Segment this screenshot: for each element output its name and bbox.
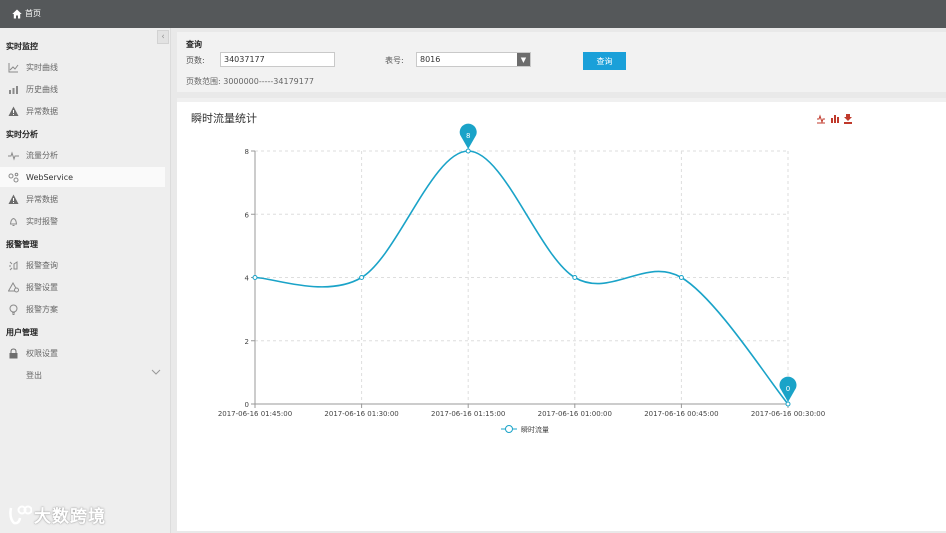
page-range-text: 页数范围: 3000000-----34179177 <box>186 77 315 86</box>
bar-switch-icon[interactable] <box>831 115 839 123</box>
sidebar-collapse-button[interactable]: ‹ <box>157 30 169 44</box>
sidebar-item-label: 报警方案 <box>26 304 58 314</box>
y-tick-label: 4 <box>245 275 250 283</box>
section-realtime-analysis: 实时分析 <box>6 130 38 139</box>
sidebar: ‹ 实时监控 实时曲线 历史曲线 异常数据 实时分析 流量分析 WebServi… <box>0 28 171 533</box>
sidebar-item-label: 异常数据 <box>26 194 58 204</box>
sidebar-item-label: 实时报警 <box>26 216 58 226</box>
home-label: 首页 <box>25 9 41 18</box>
dropdown-arrow-icon[interactable]: ▼ <box>517 53 530 66</box>
section-realtime-monitor: 实时监控 <box>6 42 38 51</box>
home-icon <box>12 9 22 18</box>
sidebar-item-logout[interactable]: 登出 <box>0 365 165 385</box>
warning-icon <box>7 105 19 117</box>
chart-title: 瞬时流量统计 <box>191 111 257 125</box>
sidebar-item-permissions[interactable]: 权限设置 <box>0 343 165 363</box>
x-tick-label: 2017-06-16 01:00:00 <box>538 410 612 418</box>
network-icon <box>7 171 19 183</box>
data-point[interactable] <box>359 275 365 280</box>
x-tick-label: 2017-06-16 00:30:00 <box>751 410 825 418</box>
sidebar-item-alarm-settings[interactable]: 报警设置 <box>0 277 165 297</box>
section-alarm-management: 报警管理 <box>6 240 38 249</box>
flow-chart: 瞬时流量统计 0 2 4 6 8 2017-06-16 01:45:00 2017-06-16… <box>191 111 852 434</box>
sidebar-item-history-curve[interactable]: 历史曲线 <box>0 79 165 99</box>
query-title: 查询 <box>186 40 202 49</box>
section-user-management: 用户管理 <box>6 328 38 337</box>
sidebar-item-label: 实时曲线 <box>26 62 58 72</box>
x-tick-label: 2017-06-16 00:45:00 <box>644 410 718 418</box>
sidebar-item-webservice[interactable]: WebService <box>0 167 165 187</box>
sidebar-item-label: 历史曲线 <box>26 84 58 94</box>
data-point[interactable] <box>785 401 791 407</box>
sidebar-item-realtime-alarm[interactable]: 实时报警 <box>0 211 165 231</box>
meter-number-select[interactable]: 8016 ▼ <box>416 52 531 67</box>
value-marker-label: 0 <box>786 385 790 393</box>
x-tick-label: 2017-06-16 01:30:00 <box>324 410 398 418</box>
sidebar-item-label: 流量分析 <box>26 150 58 160</box>
chevron-left-icon: ‹ <box>161 32 165 42</box>
sidebar-item-label: 报警设置 <box>26 282 58 292</box>
legend-label[interactable]: 瞬时流量 <box>521 425 549 434</box>
meter-number-value: 8016 <box>420 55 441 64</box>
sidebar-item-label: 报警查询 <box>26 260 58 270</box>
value-marker-label: 8 <box>466 132 470 140</box>
sidebar-item-flow-analysis[interactable]: 流量分析 <box>0 145 165 165</box>
bar-chart-icon <box>7 83 19 95</box>
x-tick-label: 2017-06-16 01:15:00 <box>431 410 505 418</box>
y-tick-label: 2 <box>245 338 249 346</box>
legend-symbol[interactable] <box>505 425 513 433</box>
page-count-input[interactable]: 34037177 <box>220 52 335 67</box>
sidebar-item-alarm-query[interactable]: 报警查询 <box>0 255 165 275</box>
y-tick-label: 0 <box>245 401 249 409</box>
home-link[interactable]: 首页 <box>12 8 41 19</box>
bell-icon <box>7 215 19 227</box>
chart-panel: 瞬时流量统计 0 2 4 6 8 2017-06-16 01:45:00 2017-06-16… <box>177 98 946 531</box>
x-tick-label: 2017-06-16 01:45:00 <box>218 410 292 418</box>
pulse-icon <box>7 149 19 161</box>
sidebar-item-abnormal-data-2[interactable]: 异常数据 <box>0 189 165 209</box>
data-point[interactable] <box>252 275 258 280</box>
query-panel: 查询 页数: 34037177 表号: 8016 ▼ 查询 页数范围: 3000… <box>177 32 946 92</box>
line-chart-icon <box>7 61 19 73</box>
y-tick-label: 8 <box>245 148 249 156</box>
watermark-logo: 大数跨境 <box>8 502 106 527</box>
watermark-text: 大数跨境 <box>34 507 106 527</box>
logo-icon <box>9 505 32 524</box>
empty-icon-slot <box>7 369 19 381</box>
sidebar-item-label: 异常数据 <box>26 106 58 116</box>
line-switch-icon[interactable] <box>817 114 825 124</box>
data-point[interactable] <box>572 275 578 280</box>
y-tick-label: 6 <box>245 211 250 219</box>
alarm-query-icon <box>7 259 19 271</box>
sidebar-item-label: WebService <box>26 172 74 182</box>
alarm-settings-icon <box>7 281 19 293</box>
lightbulb-icon <box>7 303 19 315</box>
download-icon[interactable] <box>844 114 852 124</box>
data-point[interactable] <box>678 275 684 280</box>
lock-icon <box>7 347 19 359</box>
query-button[interactable]: 查询 <box>583 52 626 70</box>
meter-number-label: 表号: <box>385 56 404 65</box>
sidebar-item-realtime-curve[interactable]: 实时曲线 <box>0 57 165 77</box>
chevron-down-icon[interactable] <box>151 367 161 379</box>
warning-icon <box>7 193 19 205</box>
data-point[interactable] <box>465 148 471 154</box>
sidebar-item-alarm-plan[interactable]: 报警方案 <box>0 299 165 319</box>
sidebar-item-abnormal-data[interactable]: 异常数据 <box>0 101 165 121</box>
top-bar: 首页 <box>0 0 946 28</box>
page-count-label: 页数: <box>186 56 205 65</box>
sidebar-item-label: 权限设置 <box>26 348 58 358</box>
sidebar-item-label: 登出 <box>26 370 42 380</box>
